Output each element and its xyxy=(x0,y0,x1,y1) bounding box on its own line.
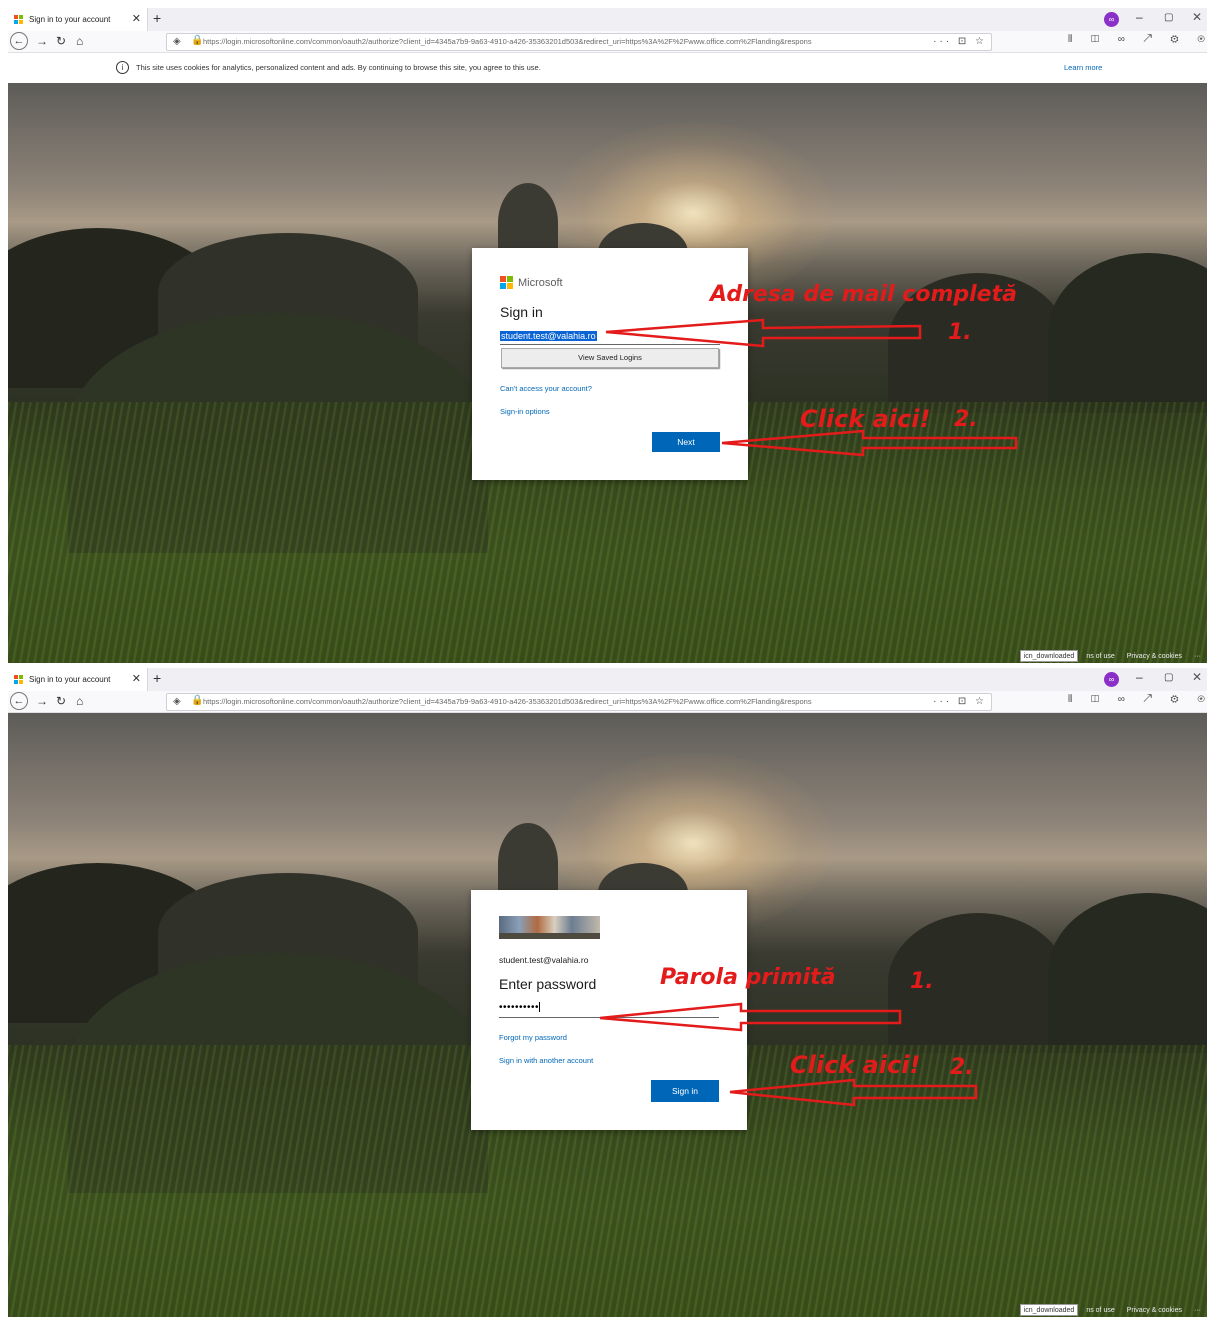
annotation-step-2: 2. xyxy=(950,1055,974,1080)
annotation-arrows xyxy=(599,1002,978,1107)
arrow-to-email-field xyxy=(605,318,922,348)
annotation-label-click: Click aici! xyxy=(790,1051,921,1079)
annotation-step-1: 1. xyxy=(948,320,972,345)
annotation-step-1: 1. xyxy=(910,969,934,994)
arrow-to-next-button xyxy=(721,429,1018,457)
annotation-step-2: 2. xyxy=(954,407,978,432)
annotation-label-email: Adresa de mail completă xyxy=(710,282,1017,307)
annotation-arrows xyxy=(605,318,1018,457)
annotation-label-password: Parola primită xyxy=(660,965,836,990)
screenshot-password-step: Sign in to your account ✕ + ∞ – ▢ ✕ ← → … xyxy=(8,668,1207,1317)
arrow-to-password-field xyxy=(599,1002,902,1032)
annotation-label-click: Click aici! xyxy=(800,405,931,433)
screenshot-email-step: Sign in to your account ✕ + ∞ – ▢ ✕ ← → … xyxy=(8,8,1207,663)
arrow-to-sign-in-button xyxy=(729,1078,978,1107)
